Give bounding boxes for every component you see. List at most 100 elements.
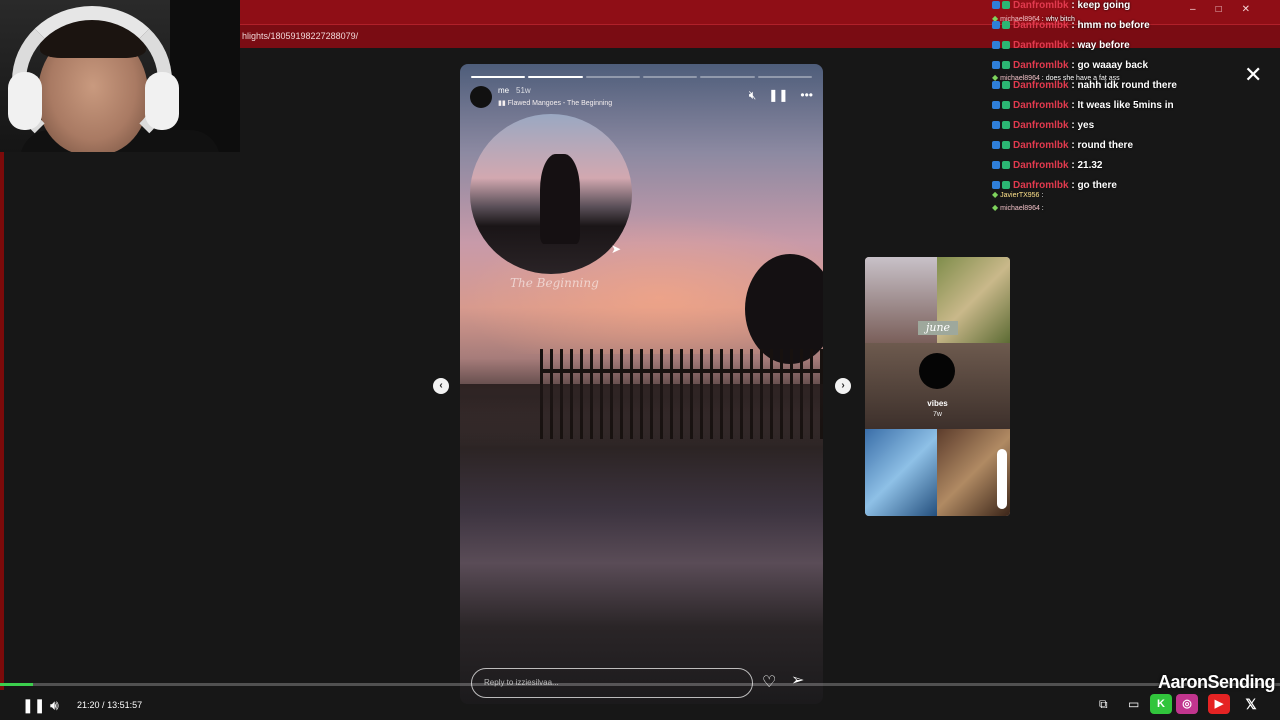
- preview-photo-4: [865, 429, 937, 516]
- chat-badge-icon: [992, 81, 1000, 90]
- music-sticker[interactable]: [470, 114, 632, 274]
- kick-icon: K: [1150, 694, 1172, 714]
- chat-text: round there: [1077, 140, 1134, 151]
- chat-username[interactable]: Danfromlbk: [1013, 140, 1069, 151]
- chat-badge-icon: [992, 1, 1000, 10]
- video-progress-fill: [0, 683, 34, 686]
- current-time: 21:20: [77, 700, 100, 710]
- chat-overlay: Danfromlbk : keep going ◆ michael8964 : wh…: [992, 0, 1280, 216]
- chat-badge-icon: [992, 21, 1000, 30]
- pause-icon[interactable]: ❚❚: [768, 88, 788, 103]
- chat-message: Danfromlbk : nahh idk round there: [992, 80, 1177, 91]
- preview-username: vibes: [927, 399, 948, 408]
- play-pause-icon[interactable]: ❚❚: [22, 697, 45, 714]
- mouse-cursor-icon: ➤: [611, 242, 622, 256]
- pool-edge: [460, 384, 823, 444]
- chat-username[interactable]: Danfromlbk: [1013, 160, 1069, 171]
- chat-message: Danfromlbk : 21.32: [992, 160, 1102, 171]
- story-progress-segment: [700, 76, 755, 78]
- url-text[interactable]: hlights/18059198227288079/: [242, 31, 358, 41]
- chat-username[interactable]: Danfromlbk: [1013, 100, 1069, 111]
- chevron-right-icon: ›: [841, 380, 845, 391]
- chat-message: Danfromlbk : go waaay back: [992, 60, 1148, 71]
- song-title: Flawed Mangoes - The Beginning: [507, 100, 613, 107]
- chat-badge-icon: [992, 181, 1000, 190]
- preview-sticker-text: june: [918, 321, 958, 335]
- heart-icon[interactable]: ♡: [762, 672, 776, 692]
- speaker-muted-icon[interactable]: 🔇︎: [749, 88, 757, 103]
- chat-message: ◆ JavierTX956 :: [992, 190, 1043, 199]
- next-story-button[interactable]: ›: [835, 378, 851, 394]
- avatar[interactable]: [470, 86, 492, 108]
- subscriber-badge-icon: [1002, 21, 1010, 30]
- story-username[interactable]: me: [498, 86, 509, 95]
- chat-badge-icon: [992, 101, 1000, 110]
- story-viewer[interactable]: me 51w ▮▮ Flawed Mangoes - The Beginning…: [460, 64, 823, 704]
- total-time: 13:51:57: [107, 700, 143, 710]
- chat-text: hmm no before: [1077, 20, 1150, 31]
- chat-text: keep going: [1077, 0, 1131, 11]
- subscriber-badge-icon: [1002, 1, 1010, 10]
- chat-badge-icon: [992, 141, 1000, 150]
- chat-username[interactable]: Danfromlbk: [1013, 20, 1069, 31]
- chat-message: Danfromlbk : hmm no before: [992, 20, 1150, 31]
- chat-text: go there: [1077, 180, 1117, 191]
- diamond-badge-icon: ◆: [992, 203, 999, 212]
- story-progress-segment: [643, 76, 698, 78]
- chat-message: ◆ michael8964 :: [992, 203, 1044, 212]
- chat-separator: :: [1039, 192, 1044, 199]
- chat-message: Danfromlbk : keep going: [992, 0, 1130, 11]
- chat-text: yes: [1077, 120, 1095, 131]
- headphone-left-cup: [8, 72, 42, 130]
- story-progress-segment: [757, 76, 812, 78]
- preview-side-pill: [997, 449, 1007, 509]
- subscriber-badge-icon: [1002, 181, 1010, 190]
- chat-username[interactable]: Danfromlbk: [1013, 0, 1069, 11]
- chat-badge-icon: [992, 61, 1000, 70]
- video-progress-track[interactable]: [0, 683, 1280, 686]
- chat-badge-icon: [992, 161, 1000, 170]
- chat-username[interactable]: Danfromlbk: [1013, 80, 1069, 91]
- chat-text: It weas like 5mins in: [1077, 100, 1174, 111]
- stream-screen: – □ ✕ hlights/18059198227288079/ me 51w …: [0, 0, 1280, 720]
- story-header-controls: 🔇︎ ❚❚ •••: [749, 88, 813, 103]
- subscriber-badge-icon: [1002, 141, 1010, 150]
- story-time-ago: 51w: [516, 86, 531, 95]
- previous-story-button[interactable]: ‹: [433, 378, 449, 394]
- volume-icon[interactable]: 🔊︎: [50, 697, 59, 714]
- chat-username[interactable]: JavierTX956: [1000, 192, 1039, 199]
- music-sticker-caption: The Beginning: [510, 276, 599, 290]
- subscriber-badge-icon: [1002, 41, 1010, 50]
- chat-username[interactable]: Danfromlbk: [1013, 120, 1069, 131]
- subscriber-badge-icon: [1002, 81, 1010, 90]
- subscriber-badge-icon: [1002, 101, 1010, 110]
- diamond-badge-icon: ◆: [992, 190, 999, 199]
- fence-rail: [540, 369, 823, 373]
- story-progress-segment: [528, 76, 583, 78]
- next-story-preview[interactable]: june vibes 7w: [865, 257, 1010, 516]
- person-silhouette: [540, 154, 580, 244]
- chat-username[interactable]: Danfromlbk: [1013, 60, 1069, 71]
- chat-text: nahh idk round there: [1077, 80, 1177, 91]
- chat-text: 21.32: [1077, 160, 1103, 171]
- chat-username[interactable]: Danfromlbk: [1013, 40, 1069, 51]
- theater-icon[interactable]: ▭: [1128, 697, 1139, 711]
- chat-username[interactable]: michael8964: [1000, 205, 1040, 212]
- preview-avatar: [919, 353, 955, 389]
- send-icon[interactable]: ➢: [791, 670, 804, 690]
- chat-badge-icon: [992, 121, 1000, 130]
- story-song[interactable]: ▮▮ Flawed Mangoes - The Beginning: [498, 99, 612, 107]
- chat-message: Danfromlbk : It weas like 5mins in: [992, 100, 1174, 111]
- chat-separator: :: [1039, 205, 1044, 212]
- chat-badge-icon: [992, 41, 1000, 50]
- chat-message: Danfromlbk : way before: [992, 40, 1130, 51]
- story-header: me 51w ▮▮ Flawed Mangoes - The Beginning…: [470, 86, 813, 110]
- more-icon[interactable]: •••: [800, 88, 813, 103]
- chat-message: Danfromlbk : round there: [992, 140, 1133, 151]
- webcam-feed: [0, 0, 240, 152]
- story-progress-segment: [585, 76, 640, 78]
- x-icon: 𝕏: [1245, 696, 1257, 712]
- miniplayer-icon[interactable]: ⧉: [1099, 697, 1108, 712]
- subscriber-badge-icon: [1002, 121, 1010, 130]
- streamer-brand: AaronSending: [1158, 672, 1276, 692]
